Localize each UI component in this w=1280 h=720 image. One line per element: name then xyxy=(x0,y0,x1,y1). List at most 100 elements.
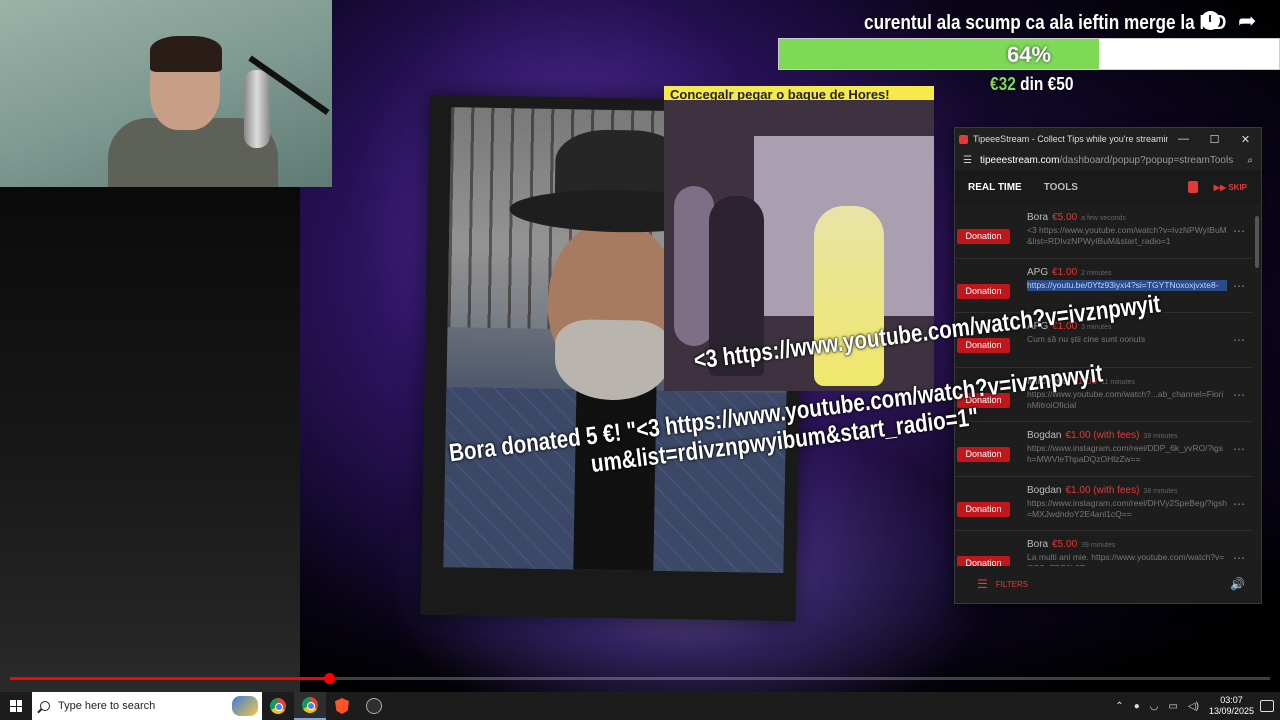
event-user: APG xyxy=(1027,266,1049,278)
brave-icon xyxy=(335,698,349,714)
event-time: 38 minutes xyxy=(1143,487,1178,495)
tipeee-footer: ☰ FILTERS 🔊 xyxy=(955,565,1261,603)
address-path: /dashboard/popup?popup=streamTools xyxy=(1059,154,1234,166)
donation-badge: Donation xyxy=(957,501,1010,517)
event-row[interactable]: Donation Bogdan €1.00 (with fees) 38 minut… xyxy=(955,422,1253,477)
taskbar-clock[interactable]: 03:07 13/09/2025 xyxy=(1209,695,1254,717)
close-button[interactable]: ✕ xyxy=(1230,133,1261,146)
event-row[interactable]: Donation Bora €5.00 a few seconds <3 https… xyxy=(955,204,1253,259)
wifi-icon[interactable]: ◡ xyxy=(1150,701,1159,712)
filters-button[interactable]: FILTERS xyxy=(996,580,1028,589)
event-time: 2 minutes xyxy=(1081,269,1112,277)
taskbar-search[interactable]: Type here to search xyxy=(32,692,262,720)
window-titlebar[interactable]: TipeeeStream - Collect Tips while you're… xyxy=(955,128,1261,150)
event-meta: Bogdan €1.00 (with fees) 38 minutes xyxy=(1027,430,1178,441)
microphone-icon[interactable]: ● xyxy=(1134,701,1140,712)
goal-amount-current: €32 xyxy=(990,74,1016,94)
event-user: Bora xyxy=(1027,212,1049,223)
tipeee-tabs: REAL TIME TOOLS ▶▶ SKIP xyxy=(955,170,1261,204)
more-options-icon[interactable]: ⋯ xyxy=(1233,279,1245,293)
skip-label: SKIP xyxy=(1228,182,1247,192)
trash-icon[interactable] xyxy=(1187,181,1198,193)
event-amount: €5.00 xyxy=(1052,212,1078,223)
clock-icon[interactable] xyxy=(1201,11,1220,30)
speaker-icon[interactable]: ◁) xyxy=(1188,701,1199,712)
event-amount: €5.00 xyxy=(1052,539,1078,550)
event-amount: €1.00 (with fees) xyxy=(1065,484,1140,496)
more-options-icon[interactable]: ⋯ xyxy=(1233,551,1245,565)
event-message: <3 https://www.youtube.com/watch?v=IvzNP… xyxy=(1027,225,1227,246)
event-meta: APG €1.00 2 minutes xyxy=(1027,267,1112,278)
event-time: 38 minutes xyxy=(1143,433,1178,440)
maximize-button[interactable]: ☐ xyxy=(1199,133,1230,146)
streamer-hair xyxy=(150,36,222,72)
volume-icon[interactable]: 🔊 xyxy=(1230,577,1245,591)
search-icon xyxy=(40,701,50,711)
donation-badge: Donation xyxy=(957,447,1010,462)
zoom-icon[interactable]: ⌕ xyxy=(1247,155,1253,166)
taskbar-app-brave[interactable] xyxy=(326,692,358,720)
donation-badge: Donation xyxy=(957,229,1010,244)
goal-amount: €32 din €50 xyxy=(990,74,1074,95)
event-meta: Bora €5.00 a few seconds xyxy=(1027,212,1126,223)
share-icon[interactable]: ➦ xyxy=(1238,8,1256,34)
tab-tools[interactable]: TOOLS xyxy=(1044,182,1078,193)
event-user: Bogdan xyxy=(1027,430,1062,441)
site-settings-icon[interactable]: ☰ xyxy=(963,155,972,166)
event-message: https://www.instagram.com/reel/DHVy2SpeB… xyxy=(1027,497,1227,519)
chrome-icon xyxy=(302,697,318,713)
webcam-overlay xyxy=(0,0,332,187)
skip-button[interactable]: ▶▶ SKIP xyxy=(1214,183,1247,192)
event-user: Bogdan xyxy=(1027,484,1062,496)
chevron-up-icon[interactable]: ⌃ xyxy=(1115,701,1123,712)
search-highlight-icon[interactable] xyxy=(232,696,258,716)
dark-gradient xyxy=(0,187,300,692)
system-tray: ⌃ ● ◡ ▭ ◁) 03:07 13/09/2025 xyxy=(1115,692,1280,720)
windows-taskbar: Type here to search ⌃ ● ◡ ▭ ◁) 03:07 13/… xyxy=(0,692,1280,720)
player-progress-fill xyxy=(10,677,329,680)
start-button[interactable] xyxy=(0,692,32,720)
goal-title: curentul ala scump ca ala ieftin merge l… xyxy=(864,12,1227,34)
taskbar-app-chrome-2[interactable] xyxy=(294,692,326,720)
event-row[interactable]: Donation Bora €5.00 39 minutes La multi an… xyxy=(955,531,1253,566)
tab-realtime[interactable]: REAL TIME xyxy=(968,182,1022,193)
taskbar-app-chrome[interactable] xyxy=(262,692,294,720)
tipeee-favicon-icon xyxy=(959,134,968,144)
window-title: TipeeeStream - Collect Tips while you're… xyxy=(973,134,1168,144)
obs-icon xyxy=(366,698,382,714)
goal-amount-separator: din xyxy=(1020,74,1044,94)
more-options-icon[interactable]: ⋯ xyxy=(1233,442,1245,456)
search-placeholder: Type here to search xyxy=(58,700,156,712)
taskbar-app-obs[interactable] xyxy=(358,692,390,720)
minimize-button[interactable]: — xyxy=(1168,133,1199,145)
address-bar[interactable]: ☰ tipeeestream.com /dashboard/popup?popu… xyxy=(955,150,1261,170)
clock-date: 13/09/2025 xyxy=(1208,706,1254,716)
video-caption: Concegalr pegar o baque de Hores! xyxy=(664,86,934,100)
network-icon[interactable]: ▭ xyxy=(1168,701,1177,712)
more-options-icon[interactable]: ⋯ xyxy=(1233,224,1245,238)
windows-logo-icon xyxy=(10,700,22,712)
event-message[interactable]: https://youtu.be/0Yfz93iyxi4?si=TGYTNoxo… xyxy=(1027,279,1227,291)
notifications-icon[interactable] xyxy=(1260,700,1274,712)
more-options-icon[interactable]: ⋯ xyxy=(1233,333,1245,347)
event-time: a few seconds xyxy=(1081,215,1126,222)
address-host: tipeeestream.com xyxy=(979,154,1060,166)
goal-progress-bar: 64% xyxy=(778,38,1280,70)
microphone xyxy=(244,70,270,148)
event-meta: Bogdan €1.00 (with fees) 38 minutes xyxy=(1027,485,1178,496)
event-message: La multi ani mie. https://www.youtube.co… xyxy=(1027,552,1225,566)
goal-amount-target: €50 xyxy=(1047,74,1074,94)
event-time: 39 minutes xyxy=(1081,542,1116,549)
more-options-icon[interactable]: ⋯ xyxy=(1233,497,1245,511)
player-scrubber-handle[interactable] xyxy=(323,673,335,684)
scrollbar[interactable] xyxy=(1255,216,1259,268)
chrome-icon xyxy=(270,698,286,714)
clock-time: 03:07 xyxy=(1220,695,1243,705)
more-options-icon[interactable]: ⋯ xyxy=(1233,388,1245,402)
event-message: https://www.instagram.com/reel/DDP_6k_yv… xyxy=(1027,443,1224,464)
event-row[interactable]: Donation Bogdan €1.00 (with fees) 38 minut… xyxy=(955,477,1253,531)
video-dancer xyxy=(674,186,714,346)
filter-icon[interactable]: ☰ xyxy=(977,577,988,591)
event-meta: Bora €5.00 39 minutes xyxy=(1027,539,1115,550)
event-amount: €1.00 (with fees) xyxy=(1065,430,1140,441)
